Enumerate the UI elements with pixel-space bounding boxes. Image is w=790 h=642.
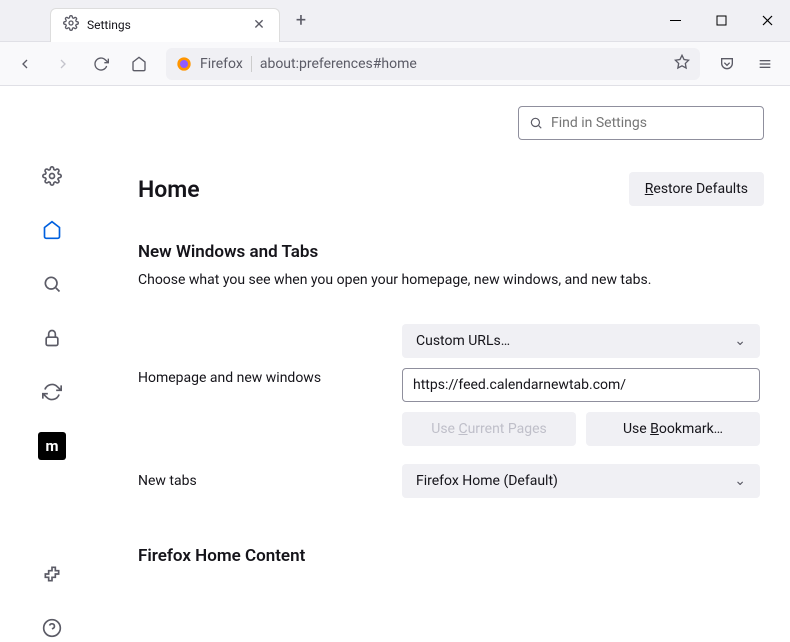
gear-icon: [63, 15, 79, 35]
select-value: Firefox Home (Default): [416, 473, 558, 489]
chevron-down-icon: ⌄: [734, 473, 746, 489]
section-new-windows-desc: Choose what you see when you open your h…: [138, 272, 764, 288]
minimize-button[interactable]: [652, 1, 698, 41]
bookmark-star-icon[interactable]: [674, 54, 690, 74]
sidebar-item-home[interactable]: [38, 216, 66, 244]
content-area: m Home Restore Defaults New Windows and …: [0, 86, 790, 642]
use-current-pages-button[interactable]: Use Current Pages: [402, 412, 576, 446]
maximize-button[interactable]: [698, 1, 744, 41]
section-firefox-home-title: Firefox Home Content: [138, 546, 764, 566]
sidebar-item-privacy[interactable]: [38, 324, 66, 352]
newtabs-select[interactable]: Firefox Home (Default) ⌄: [402, 464, 760, 498]
pocket-icon[interactable]: [710, 47, 744, 81]
page-title: Home: [138, 176, 200, 203]
close-tab-icon[interactable]: ✕: [251, 17, 267, 33]
firefox-icon: [176, 56, 192, 72]
nav-toolbar: Firefox about:preferences#home: [0, 42, 790, 86]
select-value: Custom URLs…: [416, 333, 510, 349]
menu-button[interactable]: [748, 47, 782, 81]
restore-defaults-button[interactable]: Restore Defaults: [629, 172, 764, 206]
sidebar-item-extensions[interactable]: [38, 560, 66, 588]
settings-sidebar: m: [0, 86, 104, 642]
sidebar-item-help[interactable]: [38, 614, 66, 642]
tab-title: Settings: [87, 18, 243, 32]
search-icon: [529, 116, 543, 130]
new-tab-button[interactable]: +: [286, 6, 316, 36]
homepage-mode-select[interactable]: Custom URLs… ⌄: [402, 324, 760, 358]
forward-button[interactable]: [46, 47, 80, 81]
home-button[interactable]: [122, 47, 156, 81]
find-in-settings[interactable]: [518, 106, 764, 140]
chevron-down-icon: ⌄: [734, 333, 746, 349]
homepage-label: Homepage and new windows: [138, 324, 402, 386]
browser-tab[interactable]: Settings ✕: [50, 8, 280, 42]
sidebar-item-sync[interactable]: [38, 378, 66, 406]
titlebar: Settings ✕ +: [0, 0, 790, 42]
url-bar[interactable]: Firefox about:preferences#home: [166, 48, 700, 80]
reload-button[interactable]: [84, 47, 118, 81]
sidebar-item-general[interactable]: [38, 162, 66, 190]
back-button[interactable]: [8, 47, 42, 81]
sidebar-item-search[interactable]: [38, 270, 66, 298]
find-in-settings-input[interactable]: [551, 115, 753, 131]
close-window-button[interactable]: [744, 1, 790, 41]
homepage-url-input[interactable]: [402, 368, 760, 402]
identity-label: Firefox: [200, 56, 252, 72]
use-bookmark-button[interactable]: Use Bookmark…: [586, 412, 760, 446]
window-controls: [652, 1, 790, 41]
address-text: about:preferences#home: [260, 56, 666, 72]
newtabs-label: New tabs: [138, 473, 402, 489]
sidebar-item-mozilla[interactable]: m: [38, 432, 66, 460]
section-new-windows-title: New Windows and Tabs: [138, 242, 764, 262]
settings-main: Home Restore Defaults New Windows and Ta…: [104, 86, 790, 642]
